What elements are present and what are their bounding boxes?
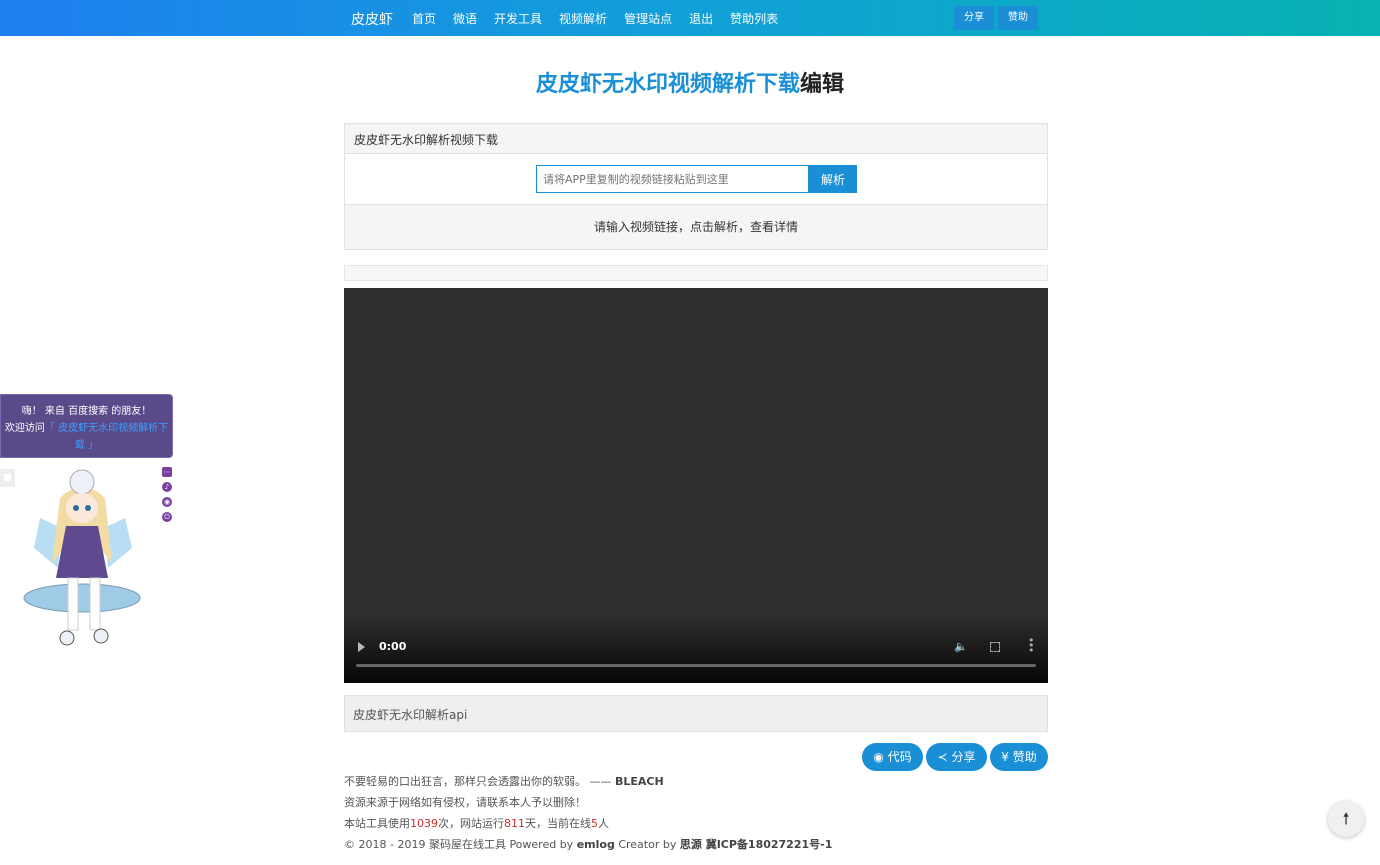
- stats-days: 811: [504, 817, 525, 830]
- yen-icon: ¥: [1001, 750, 1009, 764]
- code-button-label: 代码: [887, 750, 912, 764]
- nav-sponsor-list[interactable]: 赞助列表: [730, 10, 778, 27]
- fullscreen-icon[interactable]: [990, 642, 1000, 652]
- parse-button[interactable]: 解析: [809, 165, 857, 193]
- stats-mid1: 次，网站运行: [438, 817, 504, 830]
- stats-mid2: 天，当前在线: [525, 817, 591, 830]
- sponsor-button[interactable]: ¥ 赞助: [990, 743, 1048, 771]
- nav-share-button[interactable]: 分享: [954, 6, 994, 30]
- mascot-welcome-line: 欢迎访问「 皮皮虾无水印视频解析下载 」: [1, 420, 172, 454]
- emlog-link[interactable]: emlog: [577, 838, 615, 851]
- result-bar: [344, 265, 1048, 281]
- nav-home[interactable]: 首页: [412, 10, 436, 27]
- mascot-leg-left: [67, 577, 79, 631]
- nav-dev-tools[interactable]: 开发工具: [494, 10, 542, 27]
- mascot-character[interactable]: [20, 468, 145, 656]
- camera-icon[interactable]: ◉: [162, 497, 172, 507]
- mascot-shoe-left: [59, 630, 75, 646]
- video-controls-gradient: [344, 613, 1048, 683]
- quote-text: 不要轻易的口出狂言，那样只会透露出你的软弱。 ——: [344, 775, 615, 788]
- mascot-face: [66, 493, 98, 523]
- nav-links: 首页 微语 开发工具 视频解析 管理站点 退出 赞助列表: [412, 10, 795, 27]
- stats-online: 5: [591, 817, 598, 830]
- footer-notice: 资源来源于网络如有侵权，请联系本人予以删除！: [344, 796, 586, 809]
- footer-copyright: © 2018 - 2019 聚码屋在线工具 Powered by emlog C…: [344, 836, 832, 852]
- music-icon[interactable]: ♪: [162, 482, 172, 492]
- video-url-input[interactable]: [536, 165, 809, 193]
- mascot-shoe-right: [93, 628, 109, 644]
- author-link[interactable]: 思源: [680, 838, 702, 851]
- panel-hint: 请输入视频链接，点击解析，查看详情: [345, 205, 1047, 249]
- page-title: 皮皮虾无水印视频解析下载编辑: [0, 66, 1380, 98]
- mascot-greeting: 嗨！ 来自 百度搜索 的朋友！: [21, 406, 152, 417]
- mascot-toggle-tab[interactable]: [0, 469, 15, 487]
- mascot-welcome: 欢迎访问: [4, 423, 45, 434]
- code-button[interactable]: ◉ 代码: [862, 743, 923, 771]
- mascot-leg-right: [89, 577, 101, 631]
- share-button[interactable]: ≺ 分享: [926, 743, 987, 771]
- back-to-top-button[interactable]: 🠕: [1328, 801, 1364, 837]
- nav-logout[interactable]: 退出: [689, 10, 713, 27]
- footer-quote: 不要轻易的口出狂言，那样只会透露出你的软弱。 —— BLEACH: [344, 773, 664, 789]
- mascot-speech-bubble: 嗨！ 来自 百度搜索 的朋友！ 欢迎访问「 皮皮虾无水印视频解析下载 」: [0, 394, 173, 458]
- mascot-eye-right: [85, 505, 91, 511]
- panel-body: 解析: [345, 154, 1047, 205]
- stats-prefix: 本站工具使用: [344, 817, 410, 830]
- chat-icon[interactable]: ⋯: [162, 467, 172, 477]
- stats-suffix: 人: [598, 817, 609, 830]
- video-player[interactable]: 0:00 🔈 • • •: [344, 288, 1048, 683]
- nav-weiyu[interactable]: 微语: [453, 10, 477, 27]
- nav-sponsor-button[interactable]: 赞助: [998, 6, 1038, 30]
- quote-author: BLEACH: [615, 775, 664, 788]
- share-icon: ≺: [937, 750, 948, 764]
- creator-text: Creator by: [614, 838, 680, 851]
- video-time: 0:00: [379, 640, 407, 653]
- video-progress-bar[interactable]: [356, 664, 1036, 667]
- square-icon: [4, 474, 11, 481]
- power-icon[interactable]: ⏻: [162, 512, 172, 522]
- nav-admin[interactable]: 管理站点: [624, 10, 672, 27]
- top-navbar: 皮皮虾 首页 微语 开发工具 视频解析 管理站点 退出 赞助列表 分享 赞助: [0, 0, 1380, 36]
- brand-logo[interactable]: 皮皮虾: [351, 9, 393, 29]
- nav-video-parse[interactable]: 视频解析: [559, 10, 607, 27]
- page-title-main: 皮皮虾无水印视频解析下载: [535, 72, 800, 97]
- mascot-eye-left: [73, 505, 79, 511]
- github-icon: ◉: [873, 750, 884, 764]
- icp-link[interactable]: 冀ICP备18027221号-1: [702, 838, 833, 851]
- mascot-book: [23, 583, 141, 613]
- footer-stats: 本站工具使用1039次，网站运行811天，当前在线5人: [344, 815, 609, 831]
- api-label: 皮皮虾无水印解析api: [344, 695, 1048, 732]
- sponsor-button-label: 赞助: [1012, 750, 1037, 764]
- more-options-icon[interactable]: • • •: [1028, 635, 1035, 656]
- volume-icon[interactable]: 🔈: [954, 640, 968, 653]
- copyright-text: © 2018 - 2019 聚码屋在线工具 Powered by: [344, 838, 577, 851]
- panel-heading: 皮皮虾无水印解析视频下载: [345, 124, 1047, 154]
- stats-uses: 1039: [410, 817, 438, 830]
- share-button-label: 分享: [951, 750, 976, 764]
- mascot-site-link[interactable]: 「 皮皮虾无水印视频解析下载 」: [45, 423, 168, 451]
- arrow-up-icon: 🠕: [1342, 809, 1350, 828]
- play-icon[interactable]: [358, 642, 365, 652]
- mascot-hat: [69, 469, 95, 495]
- page-title-edit[interactable]: 编辑: [800, 72, 844, 97]
- parse-panel: 皮皮虾无水印解析视频下载 解析 请输入视频链接，点击解析，查看详情: [344, 123, 1048, 250]
